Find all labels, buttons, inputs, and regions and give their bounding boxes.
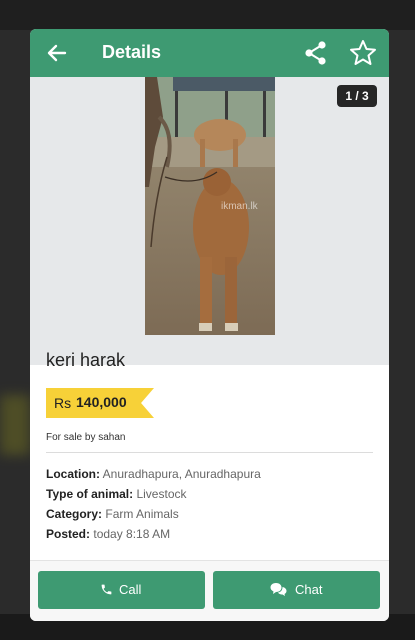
detail-label: Location: [46,467,100,481]
chat-bubbles-icon [270,583,287,596]
back-button[interactable] [44,40,70,66]
chat-button-label: Chat [295,582,323,597]
price-currency: Rs [54,395,72,411]
chat-button[interactable]: Chat [213,571,380,609]
image-counter: 1 / 3 [337,85,377,107]
detail-posted: Posted: today 8:18 AM [46,527,170,541]
detail-category: Category: Farm Animals [46,507,179,521]
listing-photo: ikman.lk [145,77,275,335]
photo-watermark: ikman.lk [221,201,259,212]
page-title: Details [102,42,162,62]
detail-location: Location: Anuradhapura, Anuradhapura [46,467,261,481]
favorite-button[interactable] [348,38,378,68]
call-button[interactable]: Call [38,571,205,609]
share-button[interactable] [302,39,330,67]
detail-label: Type of animal: [46,487,134,501]
call-button-label: Call [119,582,142,597]
status-bar-background [0,0,415,30]
seller-info: For sale by sahan [46,432,126,443]
detail-value: today 8:18 AM [93,527,171,541]
details-header: Details [30,29,389,77]
detail-value: Anuradhapura, Anuradhapura [102,467,261,481]
detail-type-of-animal: Type of animal: Livestock [46,487,187,501]
price-value: 140,000 [76,394,127,410]
details-dialog: Details ikman.lk 1 / 3 keri harak Rs 140… [30,29,389,621]
price-badge: Rs 140,000 [46,388,154,418]
share-icon [305,41,326,65]
detail-value: Livestock [136,487,187,501]
action-bar: Call Chat [30,560,389,621]
detail-label: Category: [46,507,103,521]
divider [46,452,373,453]
background-blur [0,395,30,455]
image-gallery[interactable]: ikman.lk 1 / 3 [30,77,389,365]
arrow-left-icon [47,44,67,62]
detail-value: Farm Animals [105,507,179,521]
phone-icon [101,584,112,595]
detail-label: Posted: [46,527,91,541]
listing-title: keri harak [46,350,126,370]
star-outline-icon [350,40,376,65]
